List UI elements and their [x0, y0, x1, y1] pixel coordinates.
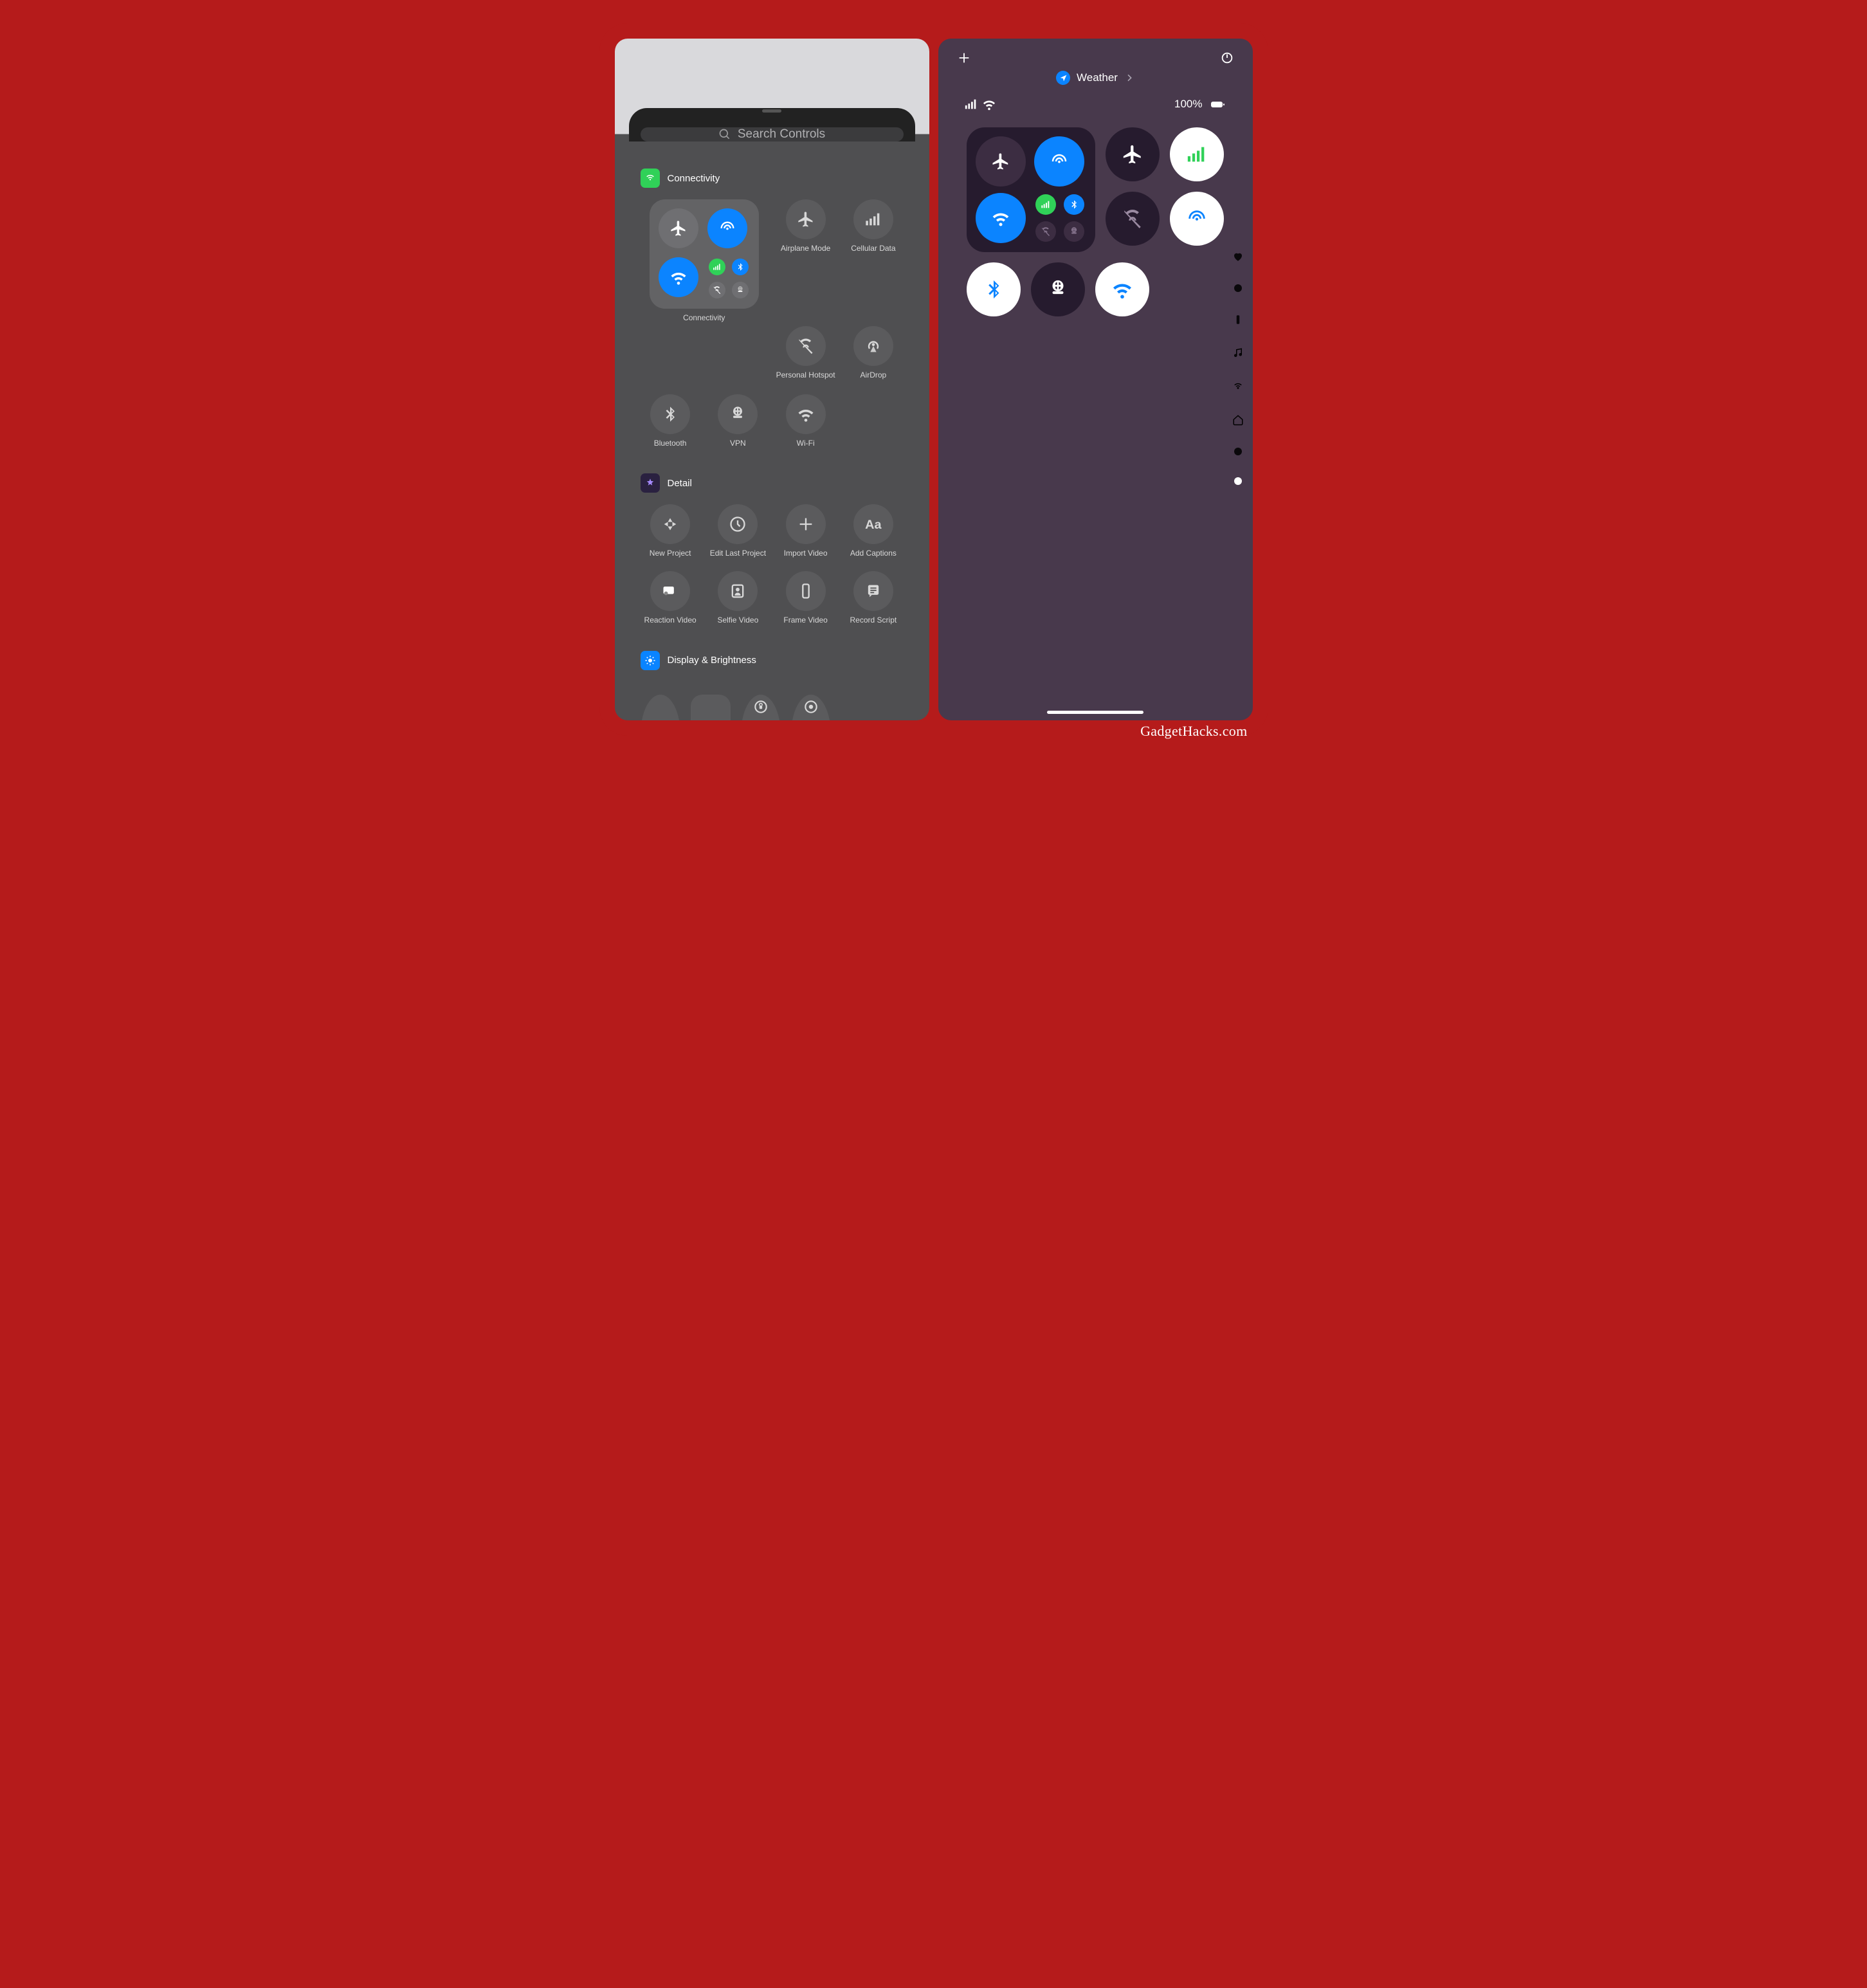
- section-header-detail: Detail: [641, 473, 904, 493]
- page-home-icon: [1232, 414, 1244, 426]
- airplane-control[interactable]: Airplane Mode: [776, 199, 835, 323]
- frame-video-control[interactable]: Frame Video: [776, 571, 835, 625]
- wifi-icon: [786, 394, 826, 434]
- hotspot-mini-icon: [709, 282, 725, 298]
- page-dot: [1234, 448, 1242, 455]
- search-placeholder: Search Controls: [738, 127, 825, 141]
- connectivity-tile[interactable]: [967, 127, 1095, 252]
- airdrop-toggle[interactable]: [1034, 136, 1084, 187]
- section-header-display: Display & Brightness: [641, 651, 904, 670]
- controls-gallery-panel: Search Controls Connectivity: [615, 39, 929, 720]
- wifi-status-icon: [982, 97, 996, 111]
- reaction-video-control[interactable]: Reaction Video: [641, 571, 700, 625]
- wifi-toggle[interactable]: [976, 193, 1026, 243]
- section-title: Display & Brightness: [668, 655, 756, 666]
- page-indicator[interactable]: [1232, 251, 1244, 485]
- signal-icon: [964, 97, 978, 111]
- airdrop-tile[interactable]: [1170, 192, 1224, 246]
- vpn-icon: [718, 394, 758, 434]
- vpn-control[interactable]: VPN: [708, 394, 768, 448]
- pip-icon: [650, 571, 690, 611]
- bluetooth-mini-icon: [732, 259, 749, 275]
- page-dot-current: [1234, 477, 1242, 485]
- status-bar: 100%: [938, 93, 1253, 127]
- bluetooth-tile[interactable]: [967, 262, 1021, 316]
- airplane-icon: [786, 199, 826, 239]
- connectivity-app-icon: [641, 169, 660, 188]
- rotation-lock-control[interactable]: [741, 695, 781, 720]
- page-broadcast-icon: [1232, 381, 1244, 392]
- cellular-toggle[interactable]: [707, 208, 747, 248]
- selfie-video-control[interactable]: Selfie Video: [708, 571, 768, 625]
- battery-icon: [1208, 96, 1227, 112]
- add-captions-control[interactable]: Add Captions: [843, 504, 903, 558]
- peek-slider[interactable]: [691, 695, 731, 720]
- vpn-mini-icon: [1064, 221, 1084, 242]
- cellular-control[interactable]: Cellular Data: [843, 199, 903, 323]
- focus-label: Weather: [1077, 71, 1118, 84]
- screenshot-frame: Search Controls Connectivity: [599, 23, 1268, 736]
- bluetooth-control[interactable]: Bluetooth: [641, 394, 700, 448]
- airplane-toggle[interactable]: [976, 136, 1026, 187]
- power-button[interactable]: [1219, 50, 1235, 66]
- section-header-connectivity: Connectivity: [641, 169, 904, 188]
- wifi-toggle[interactable]: [659, 257, 698, 297]
- detail-app-icon: [641, 473, 660, 493]
- search-field[interactable]: Search Controls: [641, 127, 904, 141]
- phone-notch: [762, 109, 781, 113]
- watermark: GadgetHacks.com: [1140, 723, 1247, 740]
- page-music-icon: [1232, 347, 1244, 359]
- section-title: Detail: [668, 478, 692, 489]
- cellular-tile[interactable]: [1170, 127, 1224, 181]
- focus-pill[interactable]: Weather: [938, 71, 1253, 93]
- edit-last-control[interactable]: Edit Last Project: [708, 504, 768, 558]
- battery-pct: 100%: [1174, 98, 1202, 111]
- plus-icon: [786, 504, 826, 544]
- bluetooth-icon: [650, 394, 690, 434]
- vpn-mini-icon: [732, 282, 749, 298]
- control-center-edit-panel: Weather 100%: [938, 39, 1253, 720]
- person-icon: [718, 571, 758, 611]
- cellular-mini-icon: [1035, 194, 1056, 215]
- new-project-control[interactable]: New Project: [641, 504, 700, 558]
- wifi-control[interactable]: Wi-Fi: [776, 394, 835, 448]
- hotspot-tile[interactable]: [1106, 192, 1160, 246]
- search-icon: [718, 128, 731, 141]
- clock-icon: [718, 504, 758, 544]
- vpn-tile[interactable]: [1031, 262, 1085, 316]
- page-dot: [1234, 284, 1242, 292]
- chevron-right-icon: [1124, 73, 1134, 83]
- airplane-toggle[interactable]: [659, 208, 698, 248]
- page-remote-icon: [1232, 314, 1244, 325]
- hotspot-control[interactable]: Personal Hotspot: [776, 326, 835, 380]
- display-row-peek: [641, 695, 904, 720]
- location-icon: [1056, 71, 1070, 85]
- phone-icon: [786, 571, 826, 611]
- screen-record-control[interactable]: [791, 695, 831, 720]
- peek-control[interactable]: [641, 695, 680, 720]
- add-button[interactable]: [956, 50, 972, 66]
- control-label: Connectivity: [683, 314, 725, 323]
- import-video-control[interactable]: Import Video: [776, 504, 835, 558]
- airplane-tile[interactable]: [1106, 127, 1160, 181]
- record-script-control[interactable]: Record Script: [843, 571, 903, 625]
- captions-icon: [853, 504, 893, 544]
- hotspot-icon: [786, 326, 826, 366]
- home-indicator[interactable]: [1047, 711, 1143, 714]
- wifi-tile[interactable]: [1095, 262, 1149, 316]
- airdrop-icon: [853, 326, 893, 366]
- section-title: Connectivity: [668, 173, 720, 184]
- cellular-icon: [853, 199, 893, 239]
- shutter-icon: [650, 504, 690, 544]
- page-heart-icon: [1232, 251, 1244, 262]
- cellular-mini-icon: [709, 259, 725, 275]
- script-icon: [853, 571, 893, 611]
- connectivity-composite[interactable]: [650, 199, 759, 309]
- bluetooth-mini-icon: [1064, 194, 1084, 215]
- display-app-icon: [641, 651, 660, 670]
- hotspot-mini-icon: [1035, 221, 1056, 242]
- airdrop-control[interactable]: AirDrop: [843, 326, 903, 380]
